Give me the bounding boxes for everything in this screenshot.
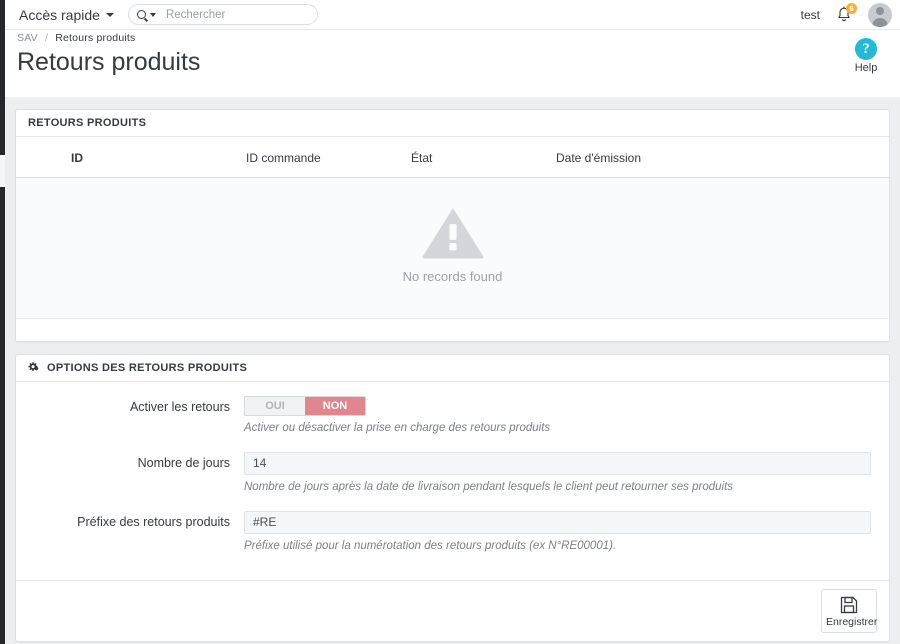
hint-days-number: Nombre de jours après la date de livrais… bbox=[244, 481, 871, 493]
page-titlebar: SAV / Retours produits Retours produits … bbox=[5, 30, 900, 97]
floppy-disk-icon bbox=[839, 595, 859, 615]
enable-returns-switch[interactable]: OUI NON bbox=[244, 396, 366, 416]
table-header-row: ID ID commande État Date d'émission bbox=[16, 137, 889, 178]
hint-enable-returns: Activer ou désactiver la prise en charge… bbox=[244, 422, 871, 434]
quick-access-dropdown[interactable]: Accès rapide bbox=[19, 7, 114, 23]
search-input[interactable] bbox=[166, 9, 296, 21]
hint-returns-prefix: Préfixe utilisé pour la numérotation des… bbox=[244, 540, 871, 552]
breadcrumb: SAV / Retours produits bbox=[17, 32, 135, 44]
notification-count-badge: 6 bbox=[846, 3, 857, 14]
table-filler-cell bbox=[16, 319, 889, 341]
chevron-down-icon bbox=[106, 13, 114, 17]
returns-table-head: ID ID commande État Date d'émission bbox=[16, 137, 889, 178]
cogs-icon bbox=[28, 362, 41, 374]
returns-panel-header: RETOURS PRODUITS bbox=[16, 110, 889, 137]
form-row-enable-returns: Activer les retours OUI NON Activer ou d… bbox=[16, 396, 889, 448]
help-icon: ? bbox=[855, 38, 877, 60]
options-panel-title: OPTIONS DES RETOURS PRODUITS bbox=[47, 362, 247, 374]
help-label: Help bbox=[842, 62, 890, 74]
sidebar-active-indicator bbox=[0, 155, 5, 187]
options-panel: OPTIONS DES RETOURS PRODUITS Activer les… bbox=[15, 354, 890, 642]
chevron-down-icon[interactable] bbox=[150, 13, 156, 17]
returns-panel: RETOURS PRODUITS ID ID commande État Dat… bbox=[15, 109, 890, 342]
label-enable-returns: Activer les retours bbox=[16, 396, 244, 448]
employee-menu[interactable]: test bbox=[801, 8, 820, 22]
top-header-bar: Accès rapide test 6 bbox=[5, 0, 900, 30]
warning-triangle-icon bbox=[421, 204, 485, 260]
search-box[interactable] bbox=[128, 4, 318, 25]
column-header-order-id[interactable]: ID commande bbox=[246, 137, 411, 178]
column-header-state[interactable]: État bbox=[411, 137, 556, 178]
field-enable-returns: OUI NON Activer ou désactiver la prise e… bbox=[244, 396, 889, 448]
page-content: RETOURS PRODUITS ID ID commande État Dat… bbox=[5, 97, 900, 642]
form-row-days-number: Nombre de jours Nombre de jours après la… bbox=[16, 452, 889, 507]
help-button[interactable]: ? Help bbox=[842, 38, 890, 74]
collapsed-sidebar[interactable] bbox=[0, 0, 5, 644]
empty-state-row: No records found bbox=[16, 178, 889, 319]
returns-table: ID ID commande État Date d'émission No r… bbox=[16, 137, 889, 341]
field-returns-prefix: Préfixe utilisé pour la numérotation des… bbox=[244, 511, 889, 566]
days-number-input[interactable] bbox=[244, 452, 871, 475]
breadcrumb-separator: / bbox=[45, 32, 48, 44]
notifications-button[interactable]: 6 bbox=[834, 5, 854, 25]
quick-access-label: Accès rapide bbox=[19, 7, 100, 23]
options-panel-footer: Enregistrer bbox=[16, 580, 889, 641]
search-icon bbox=[137, 10, 146, 19]
header-right-group: test 6 bbox=[801, 3, 900, 27]
empty-state-cell: No records found bbox=[16, 178, 889, 319]
label-days-number: Nombre de jours bbox=[16, 452, 244, 507]
options-form: Activer les retours OUI NON Activer ou d… bbox=[16, 382, 889, 580]
switch-option-no[interactable]: NON bbox=[305, 397, 365, 415]
switch-option-yes[interactable]: OUI bbox=[245, 397, 305, 415]
page-title: Retours produits bbox=[17, 46, 200, 78]
field-days-number: Nombre de jours après la date de livrais… bbox=[244, 452, 889, 507]
label-returns-prefix: Préfixe des retours produits bbox=[16, 511, 244, 566]
options-panel-header: OPTIONS DES RETOURS PRODUITS bbox=[16, 355, 889, 382]
breadcrumb-current: Retours produits bbox=[55, 32, 135, 44]
returns-prefix-input[interactable] bbox=[244, 511, 871, 534]
save-button-label: Enregistrer bbox=[826, 616, 877, 628]
returns-table-body: No records found bbox=[16, 178, 889, 341]
column-header-id[interactable]: ID bbox=[16, 137, 246, 178]
column-header-date[interactable]: Date d'émission bbox=[556, 137, 889, 178]
form-row-returns-prefix: Préfixe des retours produits Préfixe uti… bbox=[16, 511, 889, 566]
breadcrumb-parent[interactable]: SAV bbox=[17, 32, 38, 44]
save-button[interactable]: Enregistrer bbox=[821, 589, 877, 633]
table-filler-row bbox=[16, 319, 889, 341]
empty-state-message: No records found bbox=[16, 269, 889, 284]
avatar[interactable] bbox=[868, 3, 892, 27]
returns-panel-title: RETOURS PRODUITS bbox=[28, 117, 146, 129]
